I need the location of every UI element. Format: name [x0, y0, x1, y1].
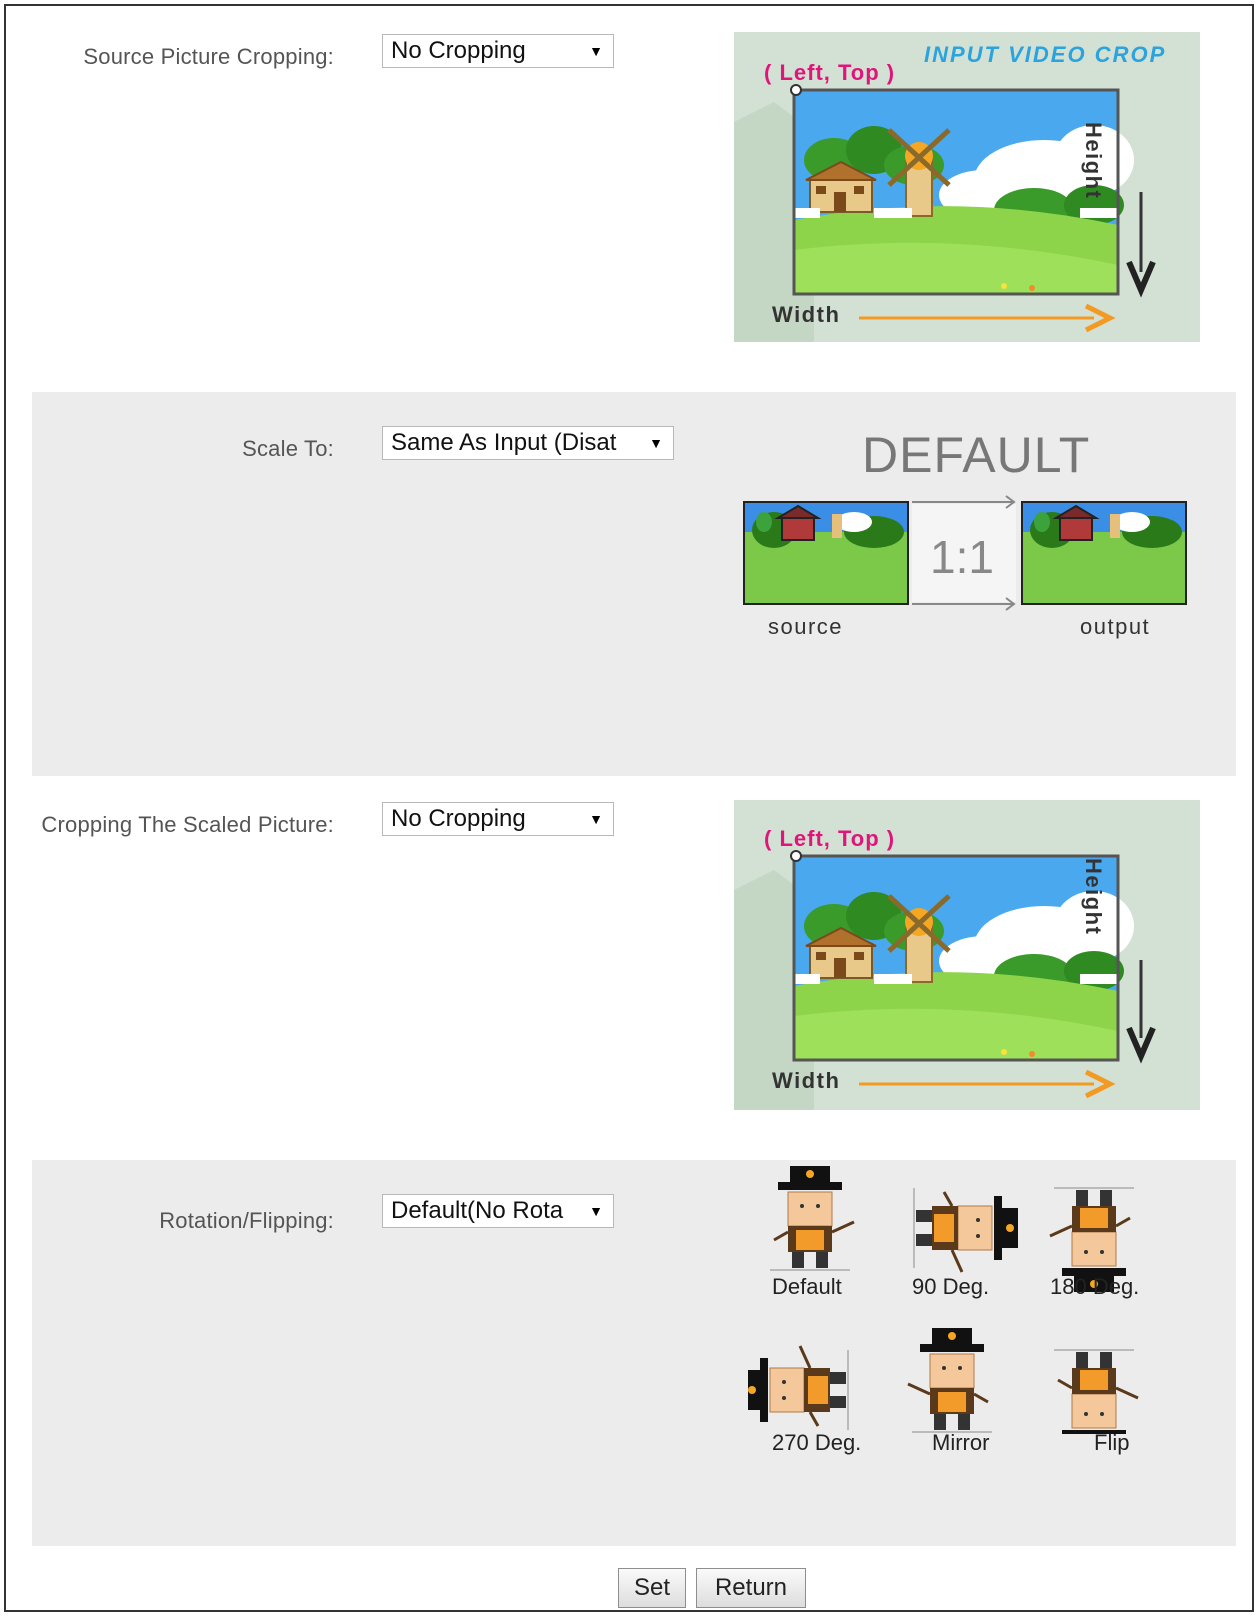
scaled-crop-label: Cropping The Scaled Picture: — [41, 812, 334, 837]
rotation-select[interactable]: Default(No Rota ▼ — [382, 1194, 614, 1228]
mirror-icon — [906, 1326, 994, 1434]
set-button[interactable]: Set — [618, 1568, 686, 1608]
flip-icon — [1052, 1348, 1140, 1434]
width-label: Width — [772, 302, 841, 327]
rotation-option-default: Default — [772, 1274, 842, 1299]
rotation-option-flip: Flip — [1094, 1430, 1130, 1455]
scale-label: Scale To: — [242, 436, 334, 461]
source-label: source — [768, 614, 844, 639]
chevron-down-icon: ▼ — [589, 43, 603, 59]
rotation-option-180: 180 Deg. — [1050, 1274, 1140, 1299]
return-button[interactable]: Return — [696, 1568, 806, 1608]
rotation-option-mirror: Mirror — [932, 1430, 990, 1455]
scale-section: Scale To: Same As Input (Disat ▼ DEFAULT… — [32, 392, 1236, 776]
scaled-crop-value: No Cropping — [391, 805, 526, 832]
scale-illustration: DEFAULT 1:1 source output — [742, 422, 1192, 652]
rotation-90-icon — [912, 1186, 1020, 1274]
crop-title: INPUT VIDEO CROP — [924, 42, 1167, 67]
scaled-crop-section: Cropping The Scaled Picture: No Cropping… — [32, 776, 1236, 1160]
height-label-2: Height — [1081, 858, 1106, 936]
rotation-section: Rotation/Flipping: Default(No Rota ▼ Def… — [32, 1160, 1236, 1546]
chevron-down-icon: ▼ — [589, 1203, 603, 1219]
scaled-crop-illustration: ( Left, Top ) Width Height — [734, 800, 1200, 1110]
chevron-down-icon: ▼ — [589, 811, 603, 827]
rotation-default-icon — [768, 1164, 856, 1272]
scale-value: Same As Input (Disat — [391, 429, 617, 456]
source-crop-label: Source Picture Cropping: — [83, 44, 334, 69]
corner-label-2: ( Left, Top ) — [764, 826, 896, 851]
scaled-crop-select[interactable]: No Cropping ▼ — [382, 802, 614, 836]
chevron-down-icon: ▼ — [649, 435, 663, 451]
ratio-label: 1:1 — [930, 531, 994, 583]
height-label: Height — [1081, 122, 1106, 200]
output-label: output — [1080, 614, 1151, 639]
rotation-270-icon — [748, 1344, 850, 1432]
rotation-label: Rotation/Flipping: — [159, 1208, 334, 1233]
rotation-option-90: 90 Deg. — [912, 1274, 990, 1299]
source-crop-select[interactable]: No Cropping ▼ — [382, 34, 614, 68]
source-crop-section: Source Picture Cropping: No Cropping ▼ I… — [32, 6, 1236, 374]
width-label-2: Width — [772, 1068, 841, 1093]
corner-label: ( Left, Top ) — [764, 60, 896, 85]
scale-select[interactable]: Same As Input (Disat ▼ — [382, 426, 674, 460]
rotation-option-270: 270 Deg. — [772, 1430, 862, 1455]
input-video-crop-illustration: INPUT VIDEO CROP ( Left, Top ) Width Hei… — [734, 32, 1200, 342]
rotation-value: Default(No Rota — [391, 1197, 564, 1224]
source-crop-value: No Cropping — [391, 37, 526, 64]
